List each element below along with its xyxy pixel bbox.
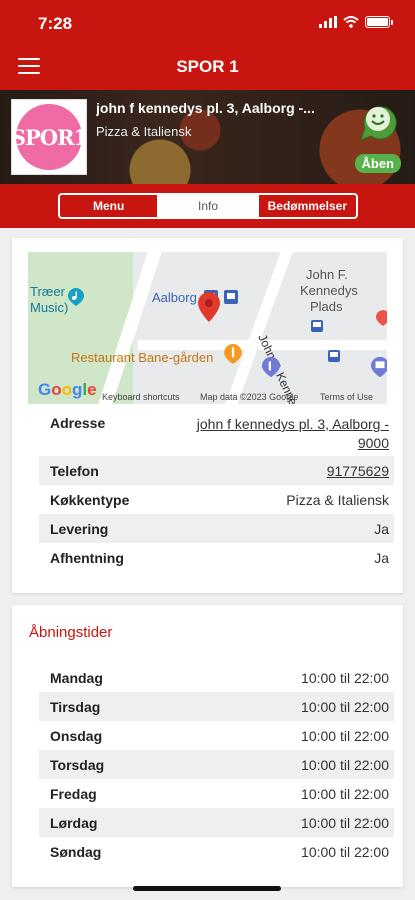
day-label: Søndag	[50, 843, 102, 860]
map-label-jfk2: Kennedys	[300, 283, 358, 298]
info-row-cuisine: Køkkentype Pizza & Italiensk	[39, 485, 394, 514]
place-marker-icon	[376, 310, 387, 326]
map-data-credit: Map data ©2023 Google	[200, 392, 299, 402]
map-terms-link[interactable]: Terms of Use	[320, 392, 373, 402]
hours-row: Tirsdag 10:00 til 22:00	[39, 692, 394, 721]
hours-value: 10:00 til 22:00	[301, 669, 389, 686]
restaurant-category: Pizza & Italiensk	[96, 124, 192, 139]
restaurant-name: john f kennedys pl. 3, Aalborg -...	[96, 100, 315, 116]
map-label-traeer: Træer	[30, 284, 65, 299]
hours-value: 10:00 til 22:00	[301, 843, 389, 860]
transit-icon	[311, 320, 323, 332]
location-map[interactable]: Træer Music) Aalborg John F. Kennedys Pl…	[28, 252, 387, 404]
phone-link[interactable]: 91775629	[327, 463, 389, 479]
bus-place-icon	[371, 356, 387, 378]
restaurant-hero: SPOR1 john f kennedys pl. 3, Aalborg -..…	[0, 90, 415, 184]
tab-reviews[interactable]: Bedømmelser	[256, 195, 356, 217]
google-logo: Google	[38, 380, 97, 399]
info-table: Adresse john f kennedys pl. 3, Aalborg -…	[39, 408, 394, 572]
hours-value: 10:00 til 22:00	[301, 814, 389, 831]
hours-row: Lørdag 10:00 til 22:00	[39, 808, 394, 837]
info-row-address: Adresse john f kennedys pl. 3, Aalborg -…	[39, 408, 394, 456]
map-label-music: Music)	[30, 300, 69, 315]
address-link[interactable]: john f kennedys pl. 3, Aalborg - 9000	[179, 415, 389, 456]
status-time: 7:28	[38, 14, 73, 33]
info-row-pickup: Afhentning Ja	[39, 543, 394, 572]
location-pin-icon[interactable]	[198, 292, 220, 322]
hours-row: Søndag 10:00 til 22:00	[39, 837, 394, 866]
info-key: Adresse	[50, 415, 106, 431]
signal-icon	[319, 16, 337, 28]
info-value: Ja	[374, 549, 389, 566]
opening-hours-card: Åbningstider Mandag 10:00 til 22:00 Tirsd…	[12, 605, 403, 887]
day-label: Mandag	[50, 669, 103, 686]
hours-value: 10:00 til 22:00	[301, 698, 389, 715]
wifi-icon	[343, 16, 359, 28]
transit-icon	[328, 350, 340, 362]
tab-info[interactable]: Info	[157, 195, 257, 217]
day-label: Fredag	[50, 785, 97, 802]
map-label-aalborg: Aalborg	[152, 290, 197, 305]
smiley-rating-icon[interactable]	[355, 100, 401, 144]
music-place-icon	[68, 288, 84, 306]
day-label: Torsdag	[50, 756, 105, 773]
restaurant-logo: SPOR1	[11, 99, 88, 175]
logo-mark: SPOR1	[11, 104, 88, 170]
battery-icon	[365, 16, 390, 28]
map-keyboard-shortcuts[interactable]: Keyboard shortcuts	[102, 392, 180, 402]
info-row-phone: Telefon 91775629	[39, 456, 394, 485]
app-header: 7:28 SPOR 1	[0, 0, 415, 90]
info-key: Køkkentype	[50, 491, 130, 508]
opening-hours-table: Mandag 10:00 til 22:00 Tirsdag 10:00 til 2…	[39, 663, 394, 866]
restaurant-place-icon	[224, 344, 242, 364]
home-indicator	[133, 886, 281, 891]
hours-row: Fredag 10:00 til 22:00	[39, 779, 394, 808]
hours-row: Torsdag 10:00 til 22:00	[39, 750, 394, 779]
tab-menu[interactable]: Menu	[60, 195, 157, 217]
status-icons	[319, 16, 393, 28]
map-label-jfk1: John F.	[306, 267, 348, 282]
hours-row: Mandag 10:00 til 22:00	[39, 663, 394, 692]
info-value: Pizza & Italiensk	[286, 491, 389, 508]
info-key: Afhentning	[50, 549, 124, 566]
hours-value: 10:00 til 22:00	[301, 785, 389, 802]
tabs-bar: Menu Info Bedømmelser	[0, 184, 415, 228]
opening-hours-title: Åbningstider	[29, 624, 113, 641]
day-label: Onsdag	[50, 727, 103, 744]
map-label-restaurant: Restaurant Bane-gården	[71, 350, 214, 365]
info-key: Telefon	[50, 462, 99, 479]
day-label: Tirsdag	[50, 698, 101, 715]
day-label: Lørdag	[50, 814, 98, 831]
map-label-jfk3: Plads	[310, 299, 343, 314]
hours-value: 10:00 til 22:00	[301, 756, 389, 773]
status-bar: 7:28	[0, 12, 415, 36]
page-title: SPOR 1	[176, 57, 239, 76]
info-value: Ja	[374, 520, 389, 537]
info-key: Levering	[50, 520, 109, 537]
hours-row: Onsdag 10:00 til 22:00	[39, 721, 394, 750]
info-row-delivery: Levering Ja	[39, 514, 394, 543]
battery-tip	[391, 19, 393, 25]
segmented-tabs: Menu Info Bedømmelser	[58, 193, 358, 219]
parking-place-icon	[262, 356, 280, 378]
hours-value: 10:00 til 22:00	[301, 727, 389, 744]
info-card: Træer Music) Aalborg John F. Kennedys Pl…	[12, 238, 403, 593]
open-status-badge: Åben	[354, 154, 401, 173]
